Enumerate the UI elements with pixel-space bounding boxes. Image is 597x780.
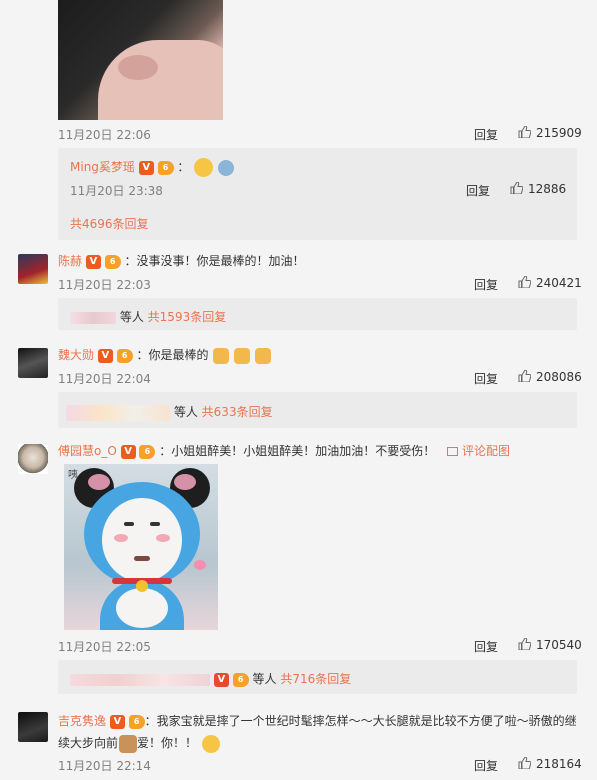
like-count: 208086 (536, 370, 582, 384)
verified-icon: V (109, 714, 125, 729)
sub-reply-line: Ming奚梦瑶 V 6 ： (70, 158, 235, 177)
heart-eyes-face-icon (201, 734, 220, 753)
comment-text: ： (177, 160, 190, 174)
user-name[interactable]: 魏大勋 (58, 348, 94, 362)
comment-header: 傅园慧o_O V 6 ：小姐姐醉美！小姐姐醉美！加油加油！不要受伤！ 评论配图 (58, 442, 510, 459)
vip-icon: 6 (128, 714, 145, 729)
vip-icon: 6 (157, 160, 174, 175)
comment-text-line-1: ：我家宝就是摔了一个世纪时髦摔怎样～～大长腿就是比较不方便了啦～骄傲的继 (144, 714, 577, 728)
like-button[interactable]: 208086 (518, 370, 582, 384)
avatar[interactable] (18, 712, 48, 742)
avatar[interactable] (18, 254, 48, 284)
comment-text-line-2b: 爱！你！！ (137, 736, 198, 750)
user-name[interactable]: Ming奚梦瑶 (70, 160, 135, 174)
user-name[interactable]: 吉克隽逸 (58, 714, 106, 728)
reply-button[interactable]: 回复 (474, 126, 498, 143)
like-count: 218164 (536, 757, 582, 771)
like-button[interactable]: 170540 (518, 638, 582, 652)
verified-icon: V (85, 254, 101, 269)
more-replies-link[interactable]: 共633条回复 (202, 405, 273, 419)
comment-header: 魏大勋 V 6 ：你是最棒的 (58, 346, 271, 364)
thumbs-up-icon (518, 757, 531, 769)
like-button[interactable]: 218164 (518, 757, 582, 771)
comment-time: 11月20日 22:04 (58, 372, 151, 386)
dog-face-icon (119, 734, 138, 753)
user-name[interactable]: 陈赫 (58, 254, 82, 268)
like-button[interactable]: 12886 (510, 182, 566, 196)
thumbs-up-icon (518, 126, 531, 138)
comment-image[interactable]: 咦 (64, 464, 218, 630)
like-button[interactable]: 240421 (518, 276, 582, 290)
reply-button[interactable]: 回复 (474, 638, 498, 655)
comment-text: ：你是最棒的 (136, 348, 209, 362)
thumbs-up-emoji-icon (213, 347, 230, 364)
avatar[interactable] (18, 348, 48, 378)
summary-prefix: 等人 (252, 672, 277, 686)
reply-button[interactable]: 回复 (466, 182, 490, 199)
summary-prefix: 等人 (173, 405, 198, 419)
reply-button[interactable]: 回复 (474, 757, 498, 774)
pensive-face-icon (194, 158, 214, 177)
verified-icon: V (213, 672, 229, 687)
like-button[interactable]: 215909 (518, 126, 582, 140)
avatar[interactable] (18, 444, 48, 474)
comment-time: 11月20日 22:05 (58, 640, 151, 654)
image-caption-glyph: 咦 (68, 470, 78, 481)
sub-reply-summary-line: 等人 共1593条回复 (70, 308, 226, 325)
comment-image-link[interactable]: 评论配图 (447, 444, 510, 458)
like-count: 170540 (536, 638, 582, 652)
thumbs-up-icon (518, 638, 531, 650)
reply-button[interactable]: 回复 (474, 276, 498, 293)
thumbs-up-emoji-icon (255, 347, 271, 364)
blurred-avatars (70, 673, 210, 686)
verified-icon: V (97, 348, 113, 363)
comment-text-line-2a: 续大步向前 (58, 736, 119, 750)
comment-header: 陈赫 V 6 ：没事没事！你是最棒的！加油！ (58, 252, 305, 269)
comment-time: 11月20日 22:03 (58, 278, 151, 292)
vip-icon: 6 (139, 444, 156, 459)
comment-text: ：没事没事！你是最棒的！加油！ (124, 254, 305, 268)
reply-button[interactable]: 回复 (474, 370, 498, 387)
more-replies-link[interactable]: 共4696条回复 (70, 215, 149, 232)
cartoon-bell (136, 580, 148, 592)
sub-reply-summary-line: 等人 共633条回复 (66, 403, 273, 421)
blurred-avatars (70, 311, 116, 324)
thumbs-up-icon (518, 370, 531, 382)
vip-icon: 6 (116, 348, 133, 363)
comment-photo-1[interactable] (58, 0, 223, 120)
comment-header: 吉克隽逸 V 6 ：我家宝就是摔了一个世纪时髦摔怎样～～大长腿就是比较不方便了啦～… (58, 710, 578, 754)
more-replies-link[interactable]: 共1593条回复 (148, 310, 227, 324)
blurred-avatars (66, 404, 170, 421)
thumbs-up-icon (510, 182, 523, 194)
vip-icon: 6 (104, 254, 121, 269)
summary-prefix: 等人 (119, 310, 144, 324)
image-link-icon (447, 447, 459, 456)
verified-icon: V (120, 444, 136, 459)
comment-time: 11月20日 22:14 (58, 759, 151, 773)
like-count: 12886 (528, 182, 567, 196)
person-emoji-icon (218, 159, 235, 176)
thumbs-up-emoji-icon (234, 347, 251, 364)
comment-time: 11月20日 22:06 (58, 128, 151, 142)
thumbs-up-icon (518, 276, 531, 288)
like-count: 215909 (536, 126, 582, 140)
vip-icon: 6 (232, 672, 249, 687)
comment-text: ：小姐姐醉美！小姐姐醉美！加油加油！不要受伤！ (159, 444, 436, 458)
verified-icon: V (138, 160, 154, 175)
like-count: 240421 (536, 276, 582, 290)
sub-reply-time: 11月20日 23:38 (70, 184, 163, 198)
more-replies-link[interactable]: 共716条回复 (280, 672, 351, 686)
sub-reply-summary-line: V 6 等人 共716条回复 (70, 670, 351, 687)
user-name[interactable]: 傅园慧o_O (58, 444, 117, 458)
